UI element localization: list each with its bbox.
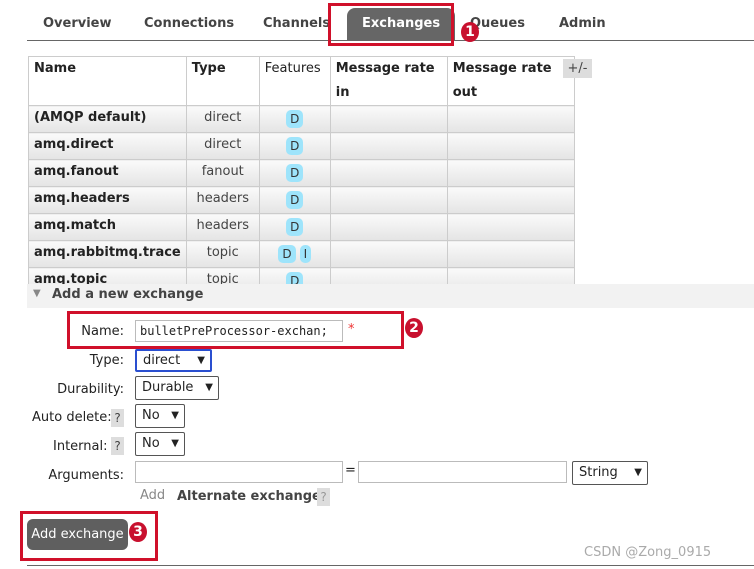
arguments-label: Arguments: [48,468,124,483]
col-features: Features [258,56,331,106]
exchange-features: D [258,159,331,187]
exchange-features: DI [258,240,331,268]
bottom-divider [27,565,754,566]
feature-badge: D [286,164,304,182]
exchange-features: D [258,132,331,160]
internal-label: Internal: [53,439,108,454]
chevron-down-icon: ▼ [634,467,642,478]
equals-sign: = [345,463,356,478]
add-exchange-section-header[interactable]: ▼ Add a new exchange [27,284,754,308]
col-type[interactable]: Type [185,56,260,106]
exchange-type: headers [185,186,260,214]
annotation-badge-3: 3 [129,522,147,542]
exchange-name-link[interactable]: amq.direct [28,132,187,160]
exchange-features: D [258,186,331,214]
exchange-type: topic [185,240,260,268]
durability-select[interactable]: Durable ▼ [135,376,219,400]
rate-out-cell [446,159,575,187]
internal-help-icon[interactable]: ? [111,437,124,455]
name-label: Name: [81,324,124,339]
auto-delete-label: Auto delete: [32,410,112,425]
feature-badge: D [286,137,304,155]
rate-out-cell [446,240,575,268]
name-input[interactable]: bulletPreProcessor-exchan; [135,320,343,342]
chevron-down-icon: ▼ [205,382,213,393]
argument-value-input[interactable] [358,461,567,483]
tab-connections[interactable]: Connections [144,16,234,31]
annotation-badge-1: 1 [461,22,479,42]
table-row[interactable]: amq.headers headers D [28,186,575,214]
feature-badge: D [278,245,296,263]
tab-overview[interactable]: Overview [43,16,112,31]
table-row[interactable]: amq.fanout fanout D [28,159,575,187]
add-exchange-button[interactable]: Add exchange [27,519,128,550]
feature-badge: D [286,191,304,209]
internal-value: No [142,436,160,451]
chevron-down-icon: ▼ [197,355,205,366]
col-rate-in[interactable]: Message rate in [329,56,448,106]
auto-delete-value: No [142,408,160,423]
table-row[interactable]: (AMQP default) direct D [28,105,575,133]
type-value: direct [143,353,181,368]
alternate-exchange-help-icon[interactable]: ? [317,488,330,506]
exchange-name-link[interactable]: amq.fanout [28,159,187,187]
rate-in-cell [329,186,448,214]
feature-badge: I [299,245,312,263]
annotation-box-1 [328,3,454,46]
exchanges-table: Name Type Features Message rate in Messa… [28,56,575,295]
add-argument-link[interactable]: Add [140,488,165,503]
exchange-name-link[interactable]: amq.match [28,213,187,241]
type-select[interactable]: direct ▼ [135,349,212,372]
tab-channels[interactable]: Channels [263,16,330,31]
internal-select[interactable]: No ▼ [135,432,185,456]
rate-out-cell [446,105,575,133]
col-name[interactable]: Name [28,56,187,106]
type-label: Type: [89,353,124,368]
auto-delete-help-icon[interactable]: ? [111,409,124,427]
rate-in-cell [329,213,448,241]
exchange-name-link[interactable]: amq.rabbitmq.trace [28,240,187,268]
chevron-down-icon: ▼ [171,410,179,421]
exchange-type: fanout [185,159,260,187]
feature-badge: D [286,218,304,236]
feature-badge: D [286,110,304,128]
exchange-name-link[interactable]: (AMQP default) [28,105,187,133]
col-rate-out[interactable]: Message rate out [446,56,575,106]
durability-label: Durability: [57,382,124,397]
auto-delete-select[interactable]: No ▼ [135,404,185,428]
argument-key-input[interactable] [135,461,343,483]
triangle-down-icon: ▼ [33,288,41,299]
toggle-columns-button[interactable]: +/- [563,59,592,78]
chevron-down-icon: ▼ [171,438,179,449]
durability-value: Durable [142,380,194,395]
argument-type-value: String [579,465,618,480]
table-row[interactable]: amq.rabbitmq.trace topic D I [28,240,575,268]
rate-out-cell [446,186,575,214]
watermark: CSDN @Zong_0915 [584,545,712,560]
table-row[interactable]: amq.direct direct D [28,132,575,160]
exchange-name-link[interactable]: amq.headers [28,186,187,214]
exchange-features: D [258,105,331,133]
exchange-type: direct [185,105,260,133]
rate-in-cell [329,240,448,268]
required-marker: * [348,322,355,337]
exchange-type: direct [185,132,260,160]
rate-out-cell [446,213,575,241]
annotation-badge-2: 2 [405,318,423,338]
rate-in-cell [329,105,448,133]
rate-out-cell [446,132,575,160]
exchange-type: headers [185,213,260,241]
tab-admin[interactable]: Admin [559,16,606,31]
section-title: Add a new exchange [52,287,204,302]
rate-in-cell [329,159,448,187]
alternate-exchange-link[interactable]: Alternate exchange [177,489,321,504]
rate-in-cell [329,132,448,160]
table-row[interactable]: amq.match headers D [28,213,575,241]
argument-type-select[interactable]: String ▼ [572,461,648,485]
exchange-features: D [258,213,331,241]
